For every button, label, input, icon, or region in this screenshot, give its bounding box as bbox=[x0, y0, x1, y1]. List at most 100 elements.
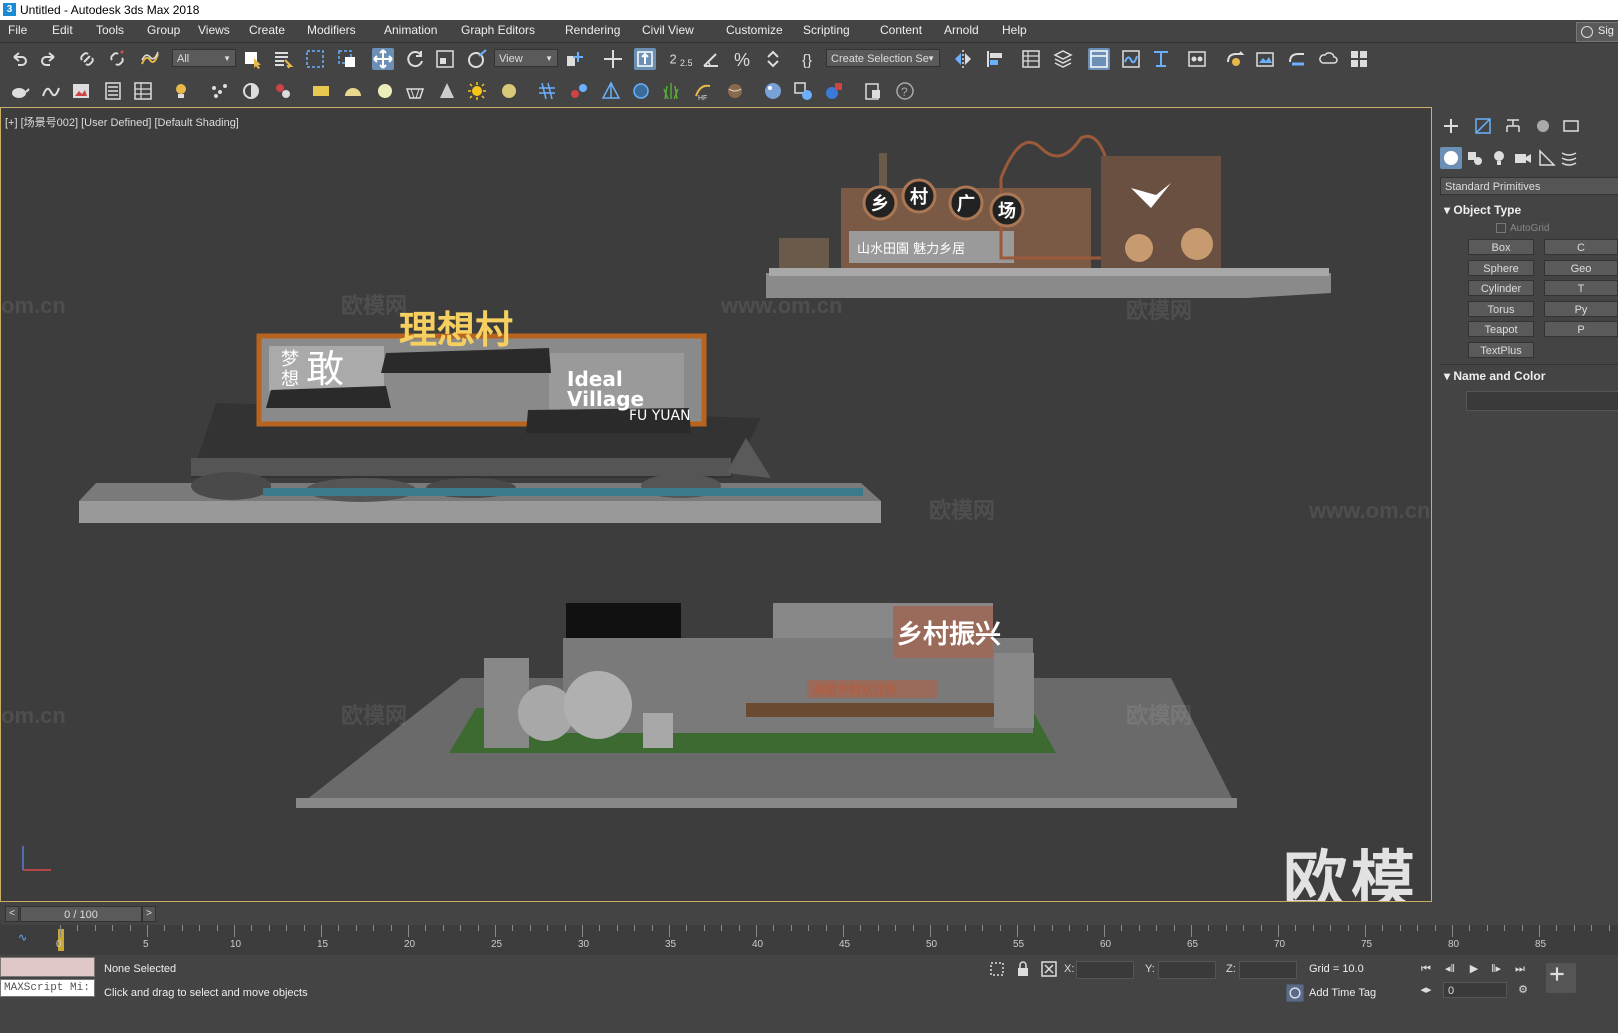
menu-file[interactable]: File bbox=[8, 23, 27, 37]
next-frame-icon[interactable]: ‖▸ bbox=[1487, 961, 1505, 977]
add-time-tag[interactable]: Add Time Tag bbox=[1309, 987, 1376, 999]
teapot-icon[interactable] bbox=[8, 80, 30, 102]
align-icon[interactable] bbox=[984, 48, 1006, 70]
menu-help[interactable]: Help bbox=[1002, 23, 1027, 37]
half-sphere-icon[interactable] bbox=[240, 80, 262, 102]
primitive-teapot-button[interactable]: Teapot bbox=[1468, 321, 1534, 337]
layer-explorer-icon[interactable] bbox=[1052, 48, 1074, 70]
curve-editor-mini-icon[interactable]: ∿ bbox=[18, 931, 27, 944]
schematic-view-icon[interactable] bbox=[1150, 48, 1172, 70]
hierarchy-tab-icon[interactable] bbox=[1502, 115, 1524, 137]
absolute-mode-icon[interactable] bbox=[1038, 958, 1060, 980]
cone-icon[interactable] bbox=[436, 80, 458, 102]
sphere-icon[interactable] bbox=[374, 80, 396, 102]
shapes-category-icon[interactable] bbox=[1464, 147, 1486, 169]
select-and-scale-icon[interactable] bbox=[434, 48, 456, 70]
select-manipulate-icon[interactable] bbox=[602, 48, 624, 70]
grass-icon[interactable] bbox=[660, 80, 682, 102]
window-crossing-icon[interactable] bbox=[336, 48, 358, 70]
select-and-move-icon[interactable] bbox=[372, 48, 394, 70]
menu-group[interactable]: Group bbox=[147, 23, 180, 37]
curve-editor-icon[interactable] bbox=[1120, 48, 1142, 70]
primitive-category-dropdown[interactable]: Standard Primitives bbox=[1440, 177, 1618, 195]
name-and-color-rollout[interactable]: ▾ Name and Color bbox=[1444, 369, 1545, 383]
scene-explorer-icon[interactable] bbox=[1020, 48, 1042, 70]
primitive-right-button[interactable]: T bbox=[1544, 280, 1618, 296]
set-key-plus-icon[interactable] bbox=[1546, 963, 1576, 993]
dome-icon[interactable] bbox=[342, 80, 364, 102]
pyramid-icon[interactable] bbox=[600, 80, 622, 102]
key-mode-toggle-icon[interactable]: ◂▸ bbox=[1417, 982, 1435, 998]
menu-tools[interactable]: Tools bbox=[96, 23, 124, 37]
edit-named-selection-icon[interactable]: {} bbox=[800, 48, 822, 70]
isolate-selection-icon[interactable] bbox=[986, 958, 1008, 980]
select-and-rotate-icon[interactable] bbox=[404, 48, 426, 70]
time-prev-button[interactable]: < bbox=[5, 906, 19, 922]
film-icon[interactable] bbox=[272, 80, 294, 102]
select-object-icon[interactable] bbox=[242, 48, 264, 70]
menu-animation[interactable]: Animation bbox=[384, 23, 437, 37]
light-bulb-icon[interactable] bbox=[170, 80, 192, 102]
viewport-render-icon[interactable] bbox=[822, 80, 844, 102]
render-region-icon[interactable] bbox=[792, 80, 814, 102]
select-by-name-icon[interactable] bbox=[272, 48, 294, 70]
select-and-place-icon[interactable] bbox=[466, 48, 488, 70]
helpers-icon[interactable] bbox=[1536, 147, 1558, 169]
redo-icon[interactable] bbox=[38, 48, 60, 70]
object-name-field[interactable] bbox=[1466, 391, 1618, 411]
cameras-icon[interactable] bbox=[1512, 147, 1534, 169]
time-next-button[interactable]: > bbox=[142, 906, 156, 922]
percent-snap-icon[interactable]: % bbox=[732, 48, 754, 70]
menu-graph-editors[interactable]: Graph Editors bbox=[461, 23, 535, 37]
pivot-center-icon[interactable] bbox=[564, 48, 586, 70]
display-tab-icon[interactable] bbox=[1560, 115, 1582, 137]
primitive-torus-button[interactable]: Torus bbox=[1468, 300, 1534, 317]
go-to-start-icon[interactable]: ⏮ bbox=[1417, 961, 1435, 977]
maxscript-listener[interactable] bbox=[0, 957, 95, 977]
shapes-icon[interactable] bbox=[40, 80, 62, 102]
menu-create[interactable]: Create bbox=[249, 23, 285, 37]
help-icon[interactable]: ? bbox=[894, 80, 916, 102]
menu-customize[interactable]: Customize bbox=[726, 23, 783, 37]
grid-panel-icon[interactable] bbox=[132, 80, 154, 102]
sign-in-button[interactable]: Sig bbox=[1576, 22, 1618, 42]
object-type-rollout[interactable]: ▾ Object Type bbox=[1444, 203, 1521, 217]
menu-modifiers[interactable]: Modifiers bbox=[307, 23, 356, 37]
ribbon-toggle-icon[interactable] bbox=[1088, 48, 1110, 70]
go-to-end-icon[interactable]: ⏭ bbox=[1511, 961, 1529, 977]
render-cloud-icon[interactable] bbox=[1318, 48, 1340, 70]
angle-snap-icon[interactable] bbox=[700, 48, 722, 70]
snap-toggle-icon[interactable]: 2 2.5 bbox=[668, 48, 696, 70]
keyboard-shortcut-override-icon[interactable] bbox=[634, 48, 656, 70]
rendered-frame-window-icon[interactable] bbox=[1254, 48, 1276, 70]
list-panel-icon[interactable] bbox=[102, 80, 124, 102]
motion-tab-icon[interactable] bbox=[1532, 115, 1554, 137]
cloth-icon[interactable] bbox=[724, 80, 746, 102]
a360-gallery-icon[interactable] bbox=[1348, 48, 1370, 70]
primitive-box-button[interactable]: Box bbox=[1468, 239, 1534, 255]
time-config-icon[interactable]: ⚙ bbox=[1514, 982, 1532, 998]
menu-rendering[interactable]: Rendering bbox=[565, 23, 620, 37]
selection-filter-dropdown[interactable]: All ▼ bbox=[172, 49, 236, 67]
lights-icon[interactable] bbox=[1488, 147, 1510, 169]
primitive-right-button[interactable]: Py bbox=[1544, 300, 1618, 317]
particle-icon[interactable] bbox=[208, 80, 230, 102]
lock-selection-icon[interactable] bbox=[1012, 958, 1034, 980]
hair-fur-icon[interactable]: HF bbox=[692, 80, 714, 102]
menu-edit[interactable]: Edit bbox=[52, 23, 73, 37]
menu-civil-view[interactable]: Civil View bbox=[642, 23, 694, 37]
current-frame-field[interactable]: 0 bbox=[1443, 982, 1507, 998]
menu-views[interactable]: Views bbox=[198, 23, 230, 37]
primitive-right-button[interactable]: Geo bbox=[1544, 259, 1618, 276]
render-production-icon[interactable] bbox=[1286, 48, 1308, 70]
basket-icon[interactable] bbox=[404, 80, 426, 102]
space-warps-icon[interactable] bbox=[1558, 147, 1580, 169]
primitive-sphere-button[interactable]: Sphere bbox=[1468, 259, 1534, 276]
material-editor-icon[interactable] bbox=[1186, 48, 1208, 70]
menu-arnold[interactable]: Arnold bbox=[944, 23, 979, 37]
spinner-snap-icon[interactable] bbox=[762, 48, 784, 70]
y-coordinate-field[interactable] bbox=[1158, 961, 1216, 979]
rect-selection-icon[interactable] bbox=[304, 48, 326, 70]
geometry-icon[interactable] bbox=[1440, 147, 1462, 169]
plane-icon[interactable] bbox=[310, 80, 332, 102]
